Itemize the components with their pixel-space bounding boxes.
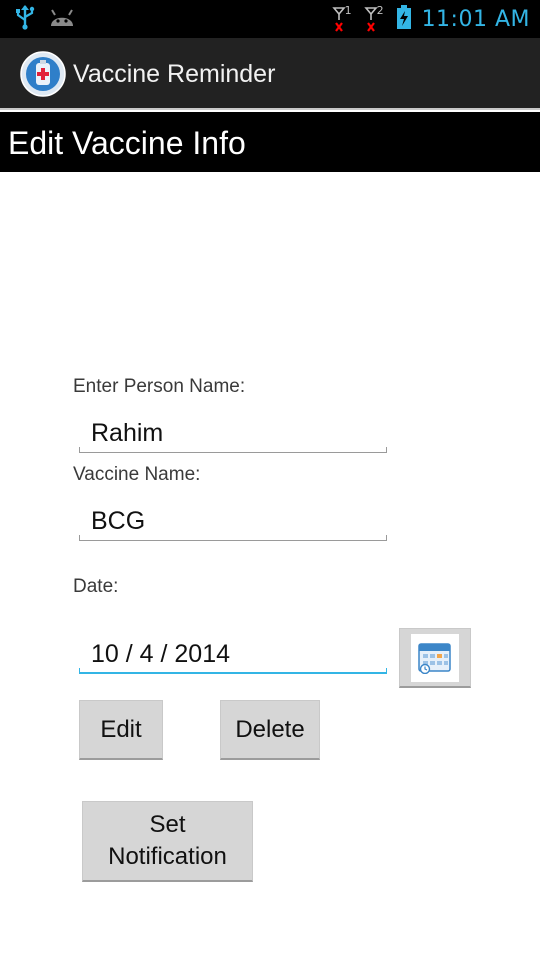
- calendar-button[interactable]: [399, 628, 471, 688]
- usb-icon: [14, 4, 36, 34]
- app-title: Vaccine Reminder: [73, 60, 276, 88]
- vaccine-name-value: BCG: [91, 507, 146, 535]
- set-notification-line2: Notification: [108, 843, 227, 870]
- battery-charging-icon: [396, 4, 412, 34]
- calendar-icon-frame: [411, 633, 459, 682]
- person-name-input[interactable]: Rahim: [79, 413, 387, 453]
- sim2-label: 2: [376, 4, 384, 17]
- status-left-icons: [14, 0, 76, 38]
- field-tick-right: [386, 535, 387, 541]
- set-notification-button[interactable]: Set Notification: [82, 801, 253, 882]
- calendar-icon: [418, 642, 451, 674]
- status-time: 11:01 AM: [421, 6, 530, 32]
- signal-sim2-icon: 2: [363, 4, 386, 34]
- date-value: 10 / 4 / 2014: [91, 640, 231, 668]
- field-tick-left: [79, 447, 80, 453]
- delete-button[interactable]: Delete: [220, 700, 320, 760]
- field-tick-right: [386, 447, 387, 453]
- page-header: Edit Vaccine Info: [0, 112, 540, 172]
- signal-sim1-icon: 1: [331, 4, 354, 34]
- status-bar: 1 2 11:01 AM: [0, 0, 540, 38]
- vaccine-app-icon[interactable]: [20, 51, 66, 97]
- edit-button[interactable]: Edit: [79, 700, 163, 760]
- field-underline: [79, 540, 387, 541]
- sim1-label: 1: [344, 4, 352, 17]
- page-title: Edit Vaccine Info: [8, 125, 246, 161]
- field-tick-right: [386, 668, 387, 674]
- vaccine-name-label: Vaccine Name:: [73, 464, 201, 485]
- action-bar: Vaccine Reminder: [0, 38, 540, 110]
- date-label: Date:: [73, 576, 119, 597]
- person-name-value: Rahim: [91, 419, 164, 447]
- vaccine-name-input[interactable]: BCG: [79, 501, 387, 541]
- person-name-label: Enter Person Name:: [73, 376, 246, 397]
- field-underline: [79, 672, 387, 674]
- field-underline: [79, 452, 387, 453]
- set-notification-line1: Set: [149, 811, 186, 838]
- field-tick-left: [79, 535, 80, 541]
- status-right-icons: 1 2 11:01 AM: [331, 0, 530, 38]
- android-icon: [48, 6, 76, 32]
- date-input[interactable]: 10 / 4 / 2014: [79, 634, 387, 674]
- field-tick-left: [79, 668, 80, 674]
